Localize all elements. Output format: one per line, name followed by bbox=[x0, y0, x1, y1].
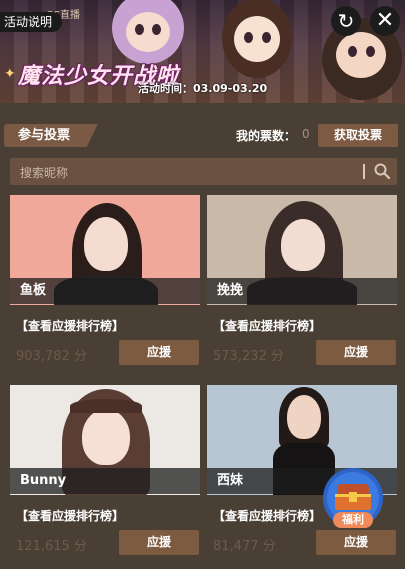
candidate-name: Bunny bbox=[10, 468, 200, 494]
candidate-name: 鱼板 bbox=[10, 278, 200, 304]
candidate-score: 573,232 分 bbox=[213, 349, 284, 364]
close-icon: ✕ bbox=[375, 8, 395, 33]
search-icon[interactable] bbox=[373, 162, 391, 180]
cheer-button[interactable]: 应援 bbox=[119, 340, 199, 365]
close-button[interactable]: ✕ bbox=[370, 6, 400, 36]
cheer-button[interactable]: 应援 bbox=[316, 530, 396, 555]
sparkle-icon: ✦ bbox=[4, 66, 16, 82]
search-divider bbox=[363, 164, 365, 179]
cheer-button[interactable]: 应援 bbox=[316, 340, 396, 365]
candidate-score: 121,615 分 bbox=[16, 539, 87, 554]
cheer-button[interactable]: 应援 bbox=[119, 530, 199, 555]
tab-vote[interactable]: 参与投票 bbox=[4, 124, 98, 147]
refresh-button[interactable]: ↻ bbox=[331, 6, 361, 36]
banner-character-brown bbox=[222, 0, 292, 78]
view-rank-link[interactable]: 【查看应援排行榜】 bbox=[16, 507, 124, 524]
event-date: 活动时间：03.09-03.20 bbox=[138, 82, 268, 95]
view-rank-link[interactable]: 【查看应援排行榜】 bbox=[213, 317, 321, 334]
activity-guide-button[interactable]: 活动说明 bbox=[0, 12, 63, 32]
get-votes-button[interactable]: 获取投票 bbox=[318, 124, 398, 147]
view-rank-link[interactable]: 【查看应援排行榜】 bbox=[16, 317, 124, 334]
candidate-name: 挽挽 bbox=[207, 278, 397, 304]
refresh-icon: ↻ bbox=[337, 9, 355, 33]
view-rank-link[interactable]: 【查看应援排行榜】 bbox=[213, 507, 321, 524]
welfare-label: 福利 bbox=[333, 512, 373, 528]
my-votes-label: 我的票数： bbox=[236, 129, 297, 143]
search-placeholder: 搜索昵称 bbox=[20, 166, 69, 180]
candidate-score: 81,477 分 bbox=[213, 539, 276, 554]
candidate-score: 903,782 分 bbox=[16, 349, 87, 364]
search-input[interactable]: 搜索昵称 bbox=[10, 158, 397, 185]
welfare-chest-button[interactable]: 福利 bbox=[321, 466, 385, 530]
my-votes-count: 0 bbox=[302, 127, 310, 141]
